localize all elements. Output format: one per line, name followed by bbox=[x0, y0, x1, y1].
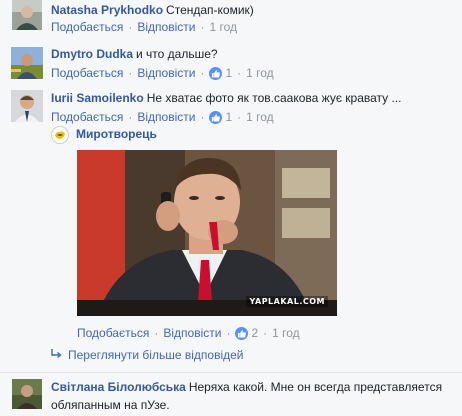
comment-text: Не хватає фото як тов.саакова жує крават… bbox=[146, 91, 402, 105]
view-more-replies-label[interactable]: Переглянути більше відповідей bbox=[68, 347, 243, 363]
reply-button[interactable]: Відповісти bbox=[163, 325, 221, 341]
post-image[interactable]: YAPLAKAL.COM bbox=[77, 150, 337, 316]
separator: · bbox=[237, 66, 242, 80]
comment-text-continued: обляпанным на пУзе. bbox=[51, 398, 170, 412]
reply-button[interactable]: Відповісти bbox=[137, 19, 195, 35]
separator: · bbox=[128, 110, 133, 124]
timestamp[interactable]: 1 год bbox=[246, 65, 274, 81]
comment-text: и что дальше? bbox=[136, 47, 218, 61]
separator: · bbox=[200, 66, 205, 80]
like-button[interactable]: Подобається bbox=[51, 109, 123, 125]
reaction-count[interactable]: 2 bbox=[251, 325, 258, 341]
separator: · bbox=[200, 20, 205, 34]
separator: · bbox=[200, 110, 205, 124]
separator: · bbox=[128, 66, 133, 80]
reply-button[interactable]: Відповісти bbox=[137, 65, 195, 81]
comment-text: Стендап-комик) bbox=[166, 3, 254, 17]
timestamp[interactable]: 1 год bbox=[246, 109, 274, 125]
reply-button[interactable]: Відповісти bbox=[137, 109, 195, 125]
avatar[interactable] bbox=[12, 379, 42, 409]
reaction-count[interactable]: 1 bbox=[225, 65, 232, 81]
timestamp[interactable]: 1 год bbox=[209, 19, 237, 35]
reaction-count[interactable]: 1 bbox=[225, 109, 232, 125]
page-logo-icon[interactable] bbox=[51, 126, 69, 144]
avatar[interactable] bbox=[11, 47, 43, 79]
comment-author[interactable]: Natasha Prykhodko bbox=[51, 3, 163, 17]
like-reaction-icon[interactable] bbox=[209, 110, 223, 124]
separator: · bbox=[154, 326, 159, 340]
image-watermark: YAPLAKAL.COM bbox=[246, 296, 328, 307]
like-button[interactable]: Подобається bbox=[51, 19, 123, 35]
timestamp[interactable]: 1 год bbox=[272, 325, 300, 341]
separator: · bbox=[226, 326, 231, 340]
like-button[interactable]: Подобається bbox=[77, 325, 149, 341]
view-more-replies-link[interactable]: Переглянути більше відповідей bbox=[51, 347, 243, 363]
comment-text: Неряха какой. Мне он всегда представляет… bbox=[188, 380, 443, 394]
comment-author[interactable]: Dmytro Dudka bbox=[51, 47, 133, 61]
separator: · bbox=[263, 326, 268, 340]
reply-arrow-icon bbox=[51, 347, 62, 363]
like-reaction-icon[interactable] bbox=[209, 66, 223, 80]
avatar[interactable] bbox=[12, 0, 42, 30]
avatar[interactable] bbox=[11, 90, 43, 122]
comment-author[interactable]: Iurii Samoilenko bbox=[51, 91, 144, 105]
separator: · bbox=[237, 110, 242, 124]
page-name[interactable]: Миротворець bbox=[76, 126, 157, 142]
like-reaction-icon[interactable] bbox=[235, 326, 249, 340]
separator: · bbox=[128, 20, 133, 34]
divider bbox=[0, 372, 462, 373]
like-button[interactable]: Подобається bbox=[51, 65, 123, 81]
comment-author[interactable]: Світлана Білолюбська bbox=[51, 380, 186, 394]
